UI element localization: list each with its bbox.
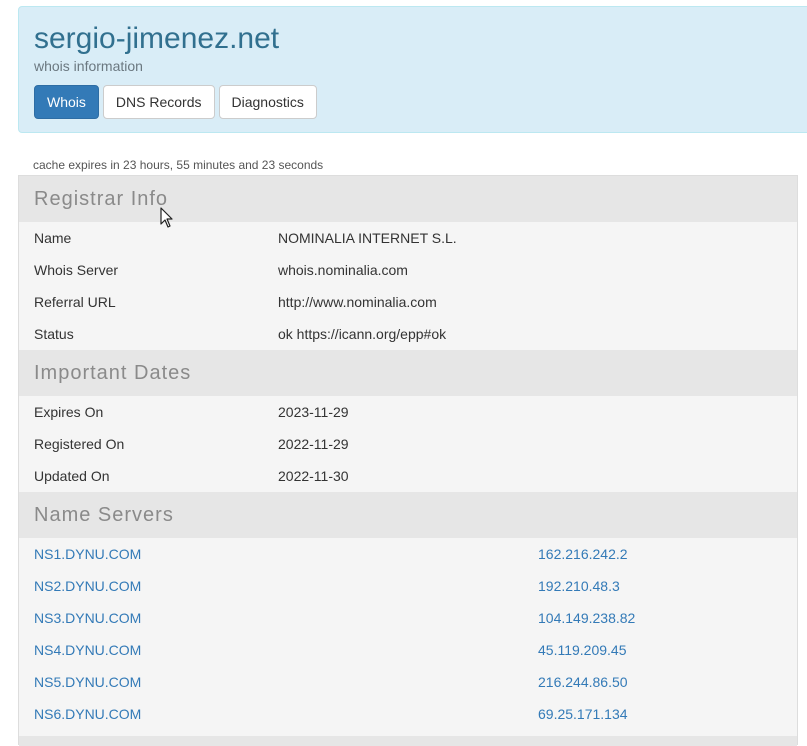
- info-value: NOMINALIA INTERNET S.L.: [278, 230, 457, 246]
- nameserver-ip-link[interactable]: 216.244.86.50: [538, 674, 628, 690]
- tab-dns-records[interactable]: DNS Records: [102, 85, 215, 119]
- nameserver-link[interactable]: NS2.DYNU.COM: [19, 578, 538, 594]
- domain-header: sergio-jimenez.net whois information Who…: [18, 6, 807, 133]
- date-value: 2022-11-29: [278, 436, 349, 452]
- info-row: Referral URL http://www.nominalia.com: [19, 286, 797, 318]
- date-key: Updated On: [34, 468, 110, 484]
- nameserver-link[interactable]: NS4.DYNU.COM: [19, 642, 538, 658]
- nameserver-row: NS6.DYNU.COM 69.25.171.134: [19, 698, 797, 730]
- nameserver-link[interactable]: NS3.DYNU.COM: [19, 610, 538, 626]
- info-key: Status: [34, 326, 74, 342]
- tab-diagnostics[interactable]: Diagnostics: [218, 85, 317, 119]
- cache-notice: cache expires in 23 hours, 55 minutes an…: [33, 158, 324, 172]
- domain-title: sergio-jimenez.net: [34, 22, 280, 55]
- nameserver-row: NS3.DYNU.COM 104.149.238.82: [19, 602, 797, 634]
- nameserver-ip-link[interactable]: 69.25.171.134: [538, 706, 628, 722]
- mouse-pointer-icon: [160, 207, 173, 228]
- info-key: Whois Server: [34, 262, 119, 278]
- date-row: Updated On 2022-11-30: [19, 460, 797, 492]
- date-row: Expires On 2023-11-29: [19, 396, 797, 428]
- domain-subtitle: whois information: [34, 58, 143, 74]
- section-registrar-info: Registrar Info: [19, 176, 797, 222]
- date-key: Registered On: [34, 436, 125, 452]
- nameserver-ip-link[interactable]: 45.119.209.45: [538, 642, 627, 658]
- nameserver-ip-link[interactable]: 162.216.242.2: [538, 546, 628, 562]
- nameserver-row: NS5.DYNU.COM 216.244.86.50: [19, 666, 797, 698]
- nameserver-row: NS1.DYNU.COM 162.216.242.2: [19, 538, 797, 570]
- info-row: Status ok https://icann.org/epp#ok: [19, 318, 797, 350]
- date-key: Expires On: [34, 404, 104, 420]
- date-row: Registered On 2022-11-29: [19, 428, 797, 460]
- info-value: http://www.nominalia.com: [278, 294, 437, 310]
- info-value: ok https://icann.org/epp#ok: [278, 326, 447, 342]
- info-key: Referral URL: [34, 294, 116, 310]
- date-value: 2023-11-29: [278, 404, 349, 420]
- nameserver-row: NS2.DYNU.COM 192.210.48.3: [19, 570, 797, 602]
- nameserver-link[interactable]: NS5.DYNU.COM: [19, 674, 538, 690]
- nameserver-ip-link[interactable]: 104.149.238.82: [538, 610, 635, 626]
- panel-footer-strip: [19, 736, 797, 746]
- info-value: whois.nominalia.com: [278, 262, 408, 278]
- whois-panel: Registrar Info Name NOMINALIA INTERNET S…: [18, 175, 798, 746]
- tab-whois[interactable]: Whois: [34, 85, 99, 119]
- nameserver-link[interactable]: NS1.DYNU.COM: [19, 546, 538, 562]
- nameserver-row: NS4.DYNU.COM 45.119.209.45: [19, 634, 797, 666]
- date-value: 2022-11-30: [278, 468, 349, 484]
- tab-bar: Whois DNS Records Diagnostics: [34, 85, 317, 119]
- section-name-servers: Name Servers: [19, 492, 797, 538]
- section-important-dates: Important Dates: [19, 350, 797, 396]
- info-key: Name: [34, 230, 72, 246]
- info-row: Name NOMINALIA INTERNET S.L.: [19, 222, 797, 254]
- nameserver-ip-link[interactable]: 192.210.48.3: [538, 578, 620, 594]
- info-row: Whois Server whois.nominalia.com: [19, 254, 797, 286]
- nameserver-link[interactable]: NS6.DYNU.COM: [19, 706, 538, 722]
